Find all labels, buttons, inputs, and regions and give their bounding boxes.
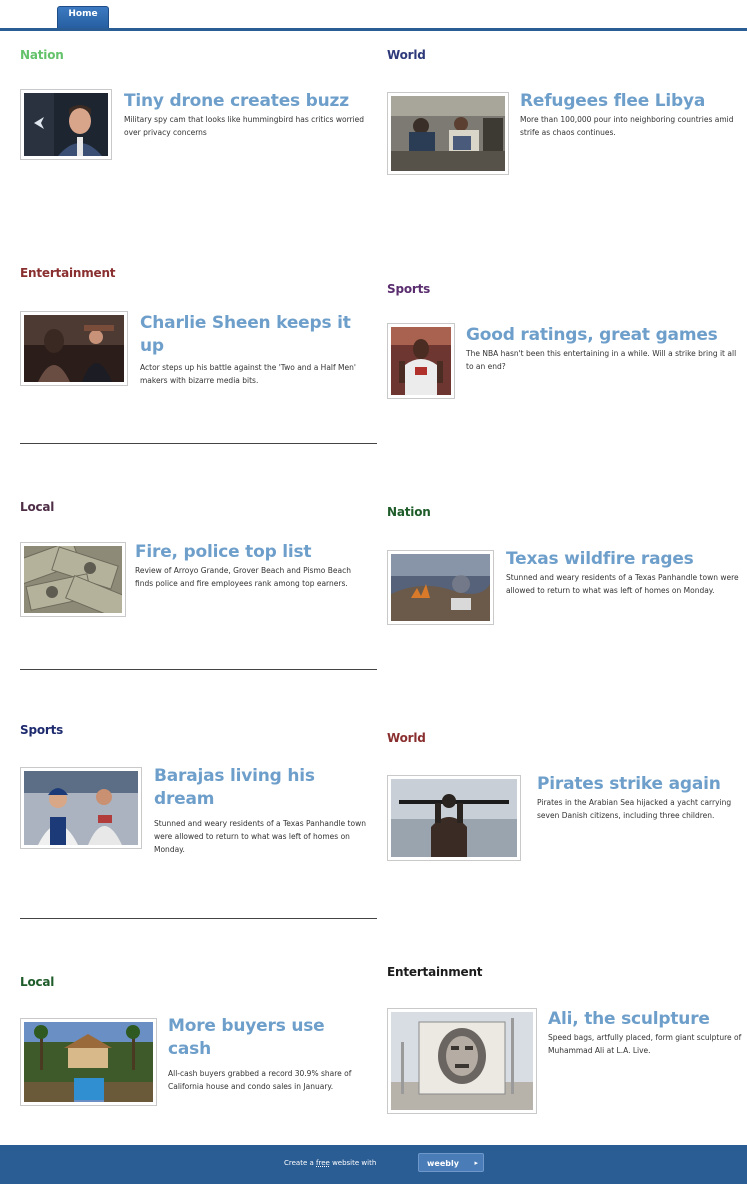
story-thumbnail[interactable] [20, 1018, 157, 1106]
man-portrait-icon [24, 93, 108, 156]
nav-divider [0, 28, 747, 31]
mansion-pool-icon [24, 1022, 153, 1102]
story-thumbnail[interactable] [20, 311, 128, 386]
story-description: All-cash buyers grabbed a record 30.9% s… [168, 1069, 352, 1091]
story-thumbnail[interactable] [387, 775, 521, 861]
story-headline[interactable]: Barajas living his dream [154, 765, 369, 811]
story-headline[interactable]: Charlie Sheen keeps it up [140, 312, 375, 358]
story-headline[interactable]: Ali, the sculpture [548, 1008, 710, 1031]
story-thumbnail[interactable] [20, 89, 112, 160]
footer-prefix: Create a [284, 1159, 314, 1167]
category-label: Entertainment [20, 266, 116, 280]
pirate-silhouette-icon [391, 779, 517, 857]
story-thumbnail[interactable] [387, 1008, 537, 1114]
baseball-players-icon [24, 771, 138, 845]
wildfire-photo-icon [391, 554, 490, 621]
basketball-player-icon [391, 327, 451, 395]
footer-text: Create a free website with [284, 1159, 376, 1167]
story-description: Actor steps up his battle against the 'T… [140, 363, 356, 385]
story-headline[interactable]: Fire, police top list [135, 541, 312, 564]
story-headline[interactable]: Pirates strike again [537, 773, 721, 796]
category-label: Sports [20, 723, 64, 737]
story-thumbnail[interactable] [387, 92, 509, 175]
story-description: Stunned and weary residents of a Texas P… [506, 573, 739, 595]
story-thumbnail[interactable] [387, 550, 494, 625]
story-thumbnail[interactable] [387, 323, 455, 399]
story-description: More than 100,000 pour into neighboring … [520, 115, 734, 137]
category-label: Nation [20, 48, 64, 62]
weebly-button[interactable]: weebly ▸ [418, 1153, 484, 1172]
category-label: World [387, 731, 426, 745]
weebly-label: weebly [427, 1159, 459, 1168]
free-link[interactable]: free [316, 1159, 330, 1167]
category-label: Nation [387, 505, 431, 519]
story-thumbnail[interactable] [20, 767, 142, 849]
story-description: Pirates in the Arabian Sea hijacked a ya… [537, 798, 732, 820]
story-description: The NBA hasn't been this entertaining in… [466, 349, 737, 371]
category-label: Entertainment [387, 965, 483, 979]
section-divider [20, 443, 377, 444]
top-nav: Home [0, 0, 747, 32]
ali-sculpture-icon [391, 1012, 533, 1110]
interview-photo-icon [24, 315, 124, 382]
category-label: Local [20, 500, 55, 514]
footer-suffix: website with [332, 1159, 377, 1167]
section-divider [20, 918, 377, 919]
story-description: Stunned and weary residents of a Texas P… [154, 819, 366, 854]
story-headline[interactable]: Texas wildfire rages [506, 548, 694, 571]
section-divider [20, 669, 377, 670]
story-thumbnail[interactable] [20, 542, 126, 617]
category-label: World [387, 48, 426, 62]
footer-bar: Create a free website with weebly ▸ [0, 1145, 747, 1184]
story-headline[interactable]: More buyers use cash [168, 1015, 373, 1061]
category-label: Sports [387, 282, 431, 296]
tab-home[interactable]: Home [57, 6, 109, 30]
refugees-photo-icon [391, 96, 505, 171]
story-description: Speed bags, artfully placed, form giant … [548, 1033, 742, 1055]
story-headline[interactable]: Good ratings, great games [466, 324, 718, 347]
story-headline[interactable]: Refugees flee Libya [520, 90, 705, 113]
story-headline[interactable]: Tiny drone creates buzz [124, 90, 349, 113]
story-description: Military spy cam that looks like humming… [124, 115, 365, 137]
category-label: Local [20, 975, 55, 989]
story-description: Review of Arroyo Grande, Grover Beach an… [135, 566, 351, 588]
chevron-right-icon: ▸ [474, 1159, 478, 1167]
money-photo-icon [24, 546, 122, 613]
